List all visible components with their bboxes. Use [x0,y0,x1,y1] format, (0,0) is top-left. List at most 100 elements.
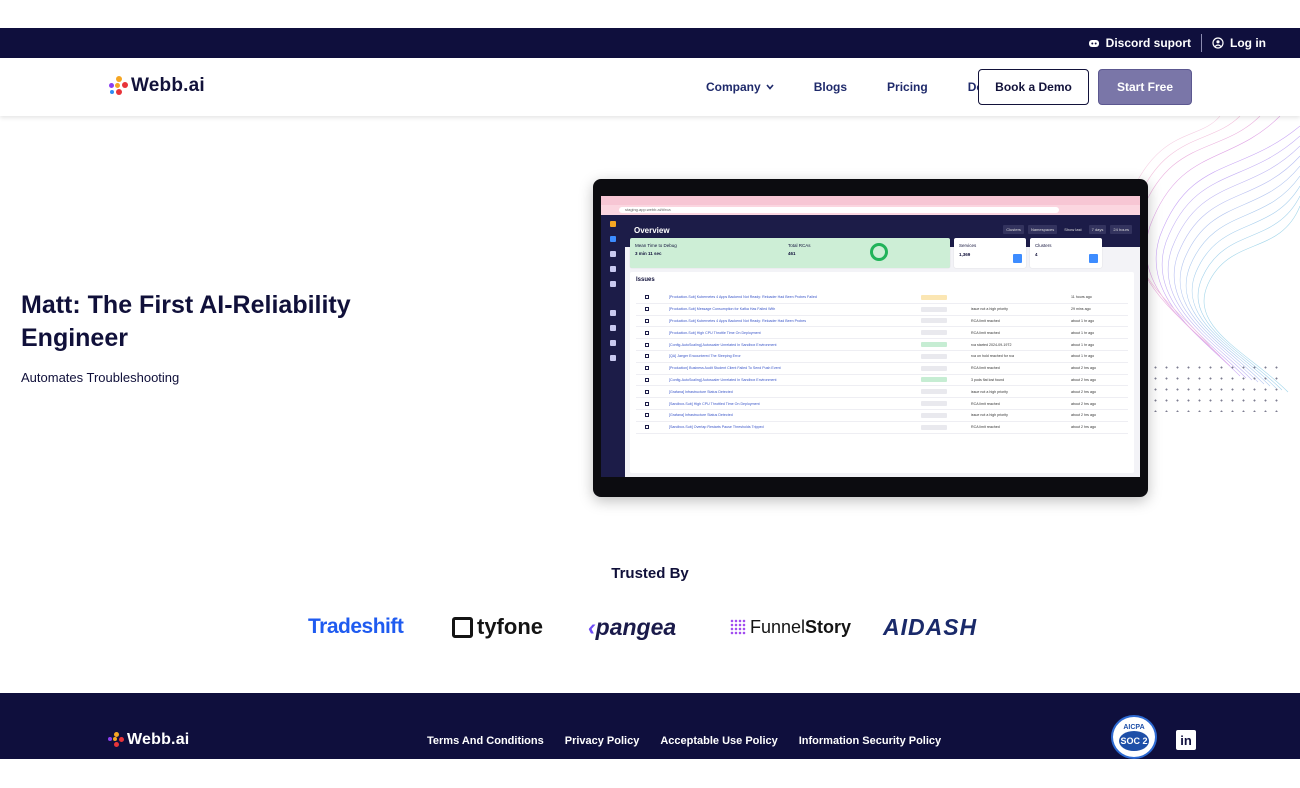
mockup-filter-controls: Clusters Namespaces Show last 7 days 24 … [1003,225,1132,234]
nav-blogs-link[interactable]: Blogs [814,80,847,94]
mockup-add-icon [1089,254,1098,263]
mockup-sidebar [601,215,625,477]
mockup-rca-detail: RCA limit reached [971,366,1000,371]
funnelstory-wordmark: FunnelStory [750,617,851,638]
start-free-button[interactable]: Start Free [1098,69,1192,105]
funnelstory-mark-icon [730,619,746,635]
brand-name: Webb.ai [131,75,205,96]
mockup-rca-detail: issue not a high priority [971,307,1008,312]
mockup-issue-name: [Config-AutoScaling] Autoscaler Unrelate… [669,377,777,382]
mockup-issue-time: about 2 hrs ago [1071,389,1096,394]
aidash-logo: AIDASH [883,613,978,640]
soc2-badge: AICPA SOC 2 [1111,715,1157,759]
mockup-issue-name: [Production-Sub] Message Consumption for… [669,307,776,312]
mockup-rca-detail: issue not a high priority [971,389,1008,394]
mockup-url: staging.app.webb.ai/#/rca [619,207,1059,213]
privacy-policy-link[interactable]: Privacy Policy [565,735,640,747]
webb-logo[interactable]: Webb.ai [108,75,205,97]
mockup-issue-name: [Production-Sub] Kubernetes 4 Apps Backe… [669,318,807,323]
chevron-down-icon [766,84,774,90]
topbar-divider [1201,34,1202,52]
linkedin-icon[interactable]: in [1176,730,1196,750]
hero-title: Matt: The First AI-Reliability Engineer [21,291,351,352]
mockup-control: 7 days [1088,225,1107,234]
user-circle-icon [1212,37,1224,49]
trusted-by-heading: Trusted By [611,565,689,582]
webb-logo-mark-icon [108,76,128,96]
webb-logo-mark-icon [108,732,124,748]
tyfone-wordmark: tyfone [477,614,543,639]
mockup-issue-time: 11 hours ago [1071,295,1092,300]
mockup-source-icon [645,295,649,300]
mockup-issues-title: Issues [636,277,655,283]
mockup-issue-name: [Grafana] Infrastructure Status Detected [669,389,733,394]
mockup-issue-row: [Production-Sub] Kubernetes 4 Apps Backe… [636,316,1128,328]
tyfone-mark-icon [452,616,473,638]
mockup-issue-row: [Production] Business Audit Student Clie… [636,363,1128,375]
mockup-source-icon [645,425,649,430]
mockup-main: Overview Clusters Namespaces Show last 7… [625,215,1140,477]
login-link[interactable]: Log in [1212,36,1266,50]
infosec-policy-link[interactable]: Information Security Policy [799,735,941,747]
mockup-add-icon [1013,254,1022,263]
tradeshift-logo: Tradeshift [308,615,404,638]
mockup-issue-row: [Sandbox-Sub] Overlap Restarts Pause Thr… [636,422,1128,434]
funnelstory-word-b: Story [805,616,852,637]
mockup-issue-name: [QA] Jaeger Encountered The Sleeping Err… [669,354,741,359]
pangea-wordmark: pangea [595,613,677,640]
partner-logos: Tradeshift tyfone ‹ pangea FunnelStory A… [0,609,1300,645]
mockup-issue-time: about 2 hrs ago [1071,377,1096,382]
mockup-issue-name: [Config-AutoScaling] Autoscaler Unrelate… [669,342,777,347]
mockup-source-icon [645,389,649,394]
mockup-stat-cards: Mean Time to Debug 3 min 11 sec Total RC… [630,238,1134,268]
mockup-issue-name: [Sandbox-Sub] Overlap Restarts Pause Thr… [669,425,764,430]
mockup-rca-detail: RCA limit reached [971,425,1000,430]
mockup-issue-time: about 2 hrs ago [1071,425,1096,430]
mockup-rca-detail: RCA limit reached [971,401,1000,406]
mockup-source-icon [645,318,649,323]
mockup-nav-icon [610,310,616,316]
mockup-rca-status [921,377,947,383]
mockup-issue-name: [Production-Sub] High CPU Throttle Time … [669,330,761,335]
mockup-logo-icon [610,221,616,227]
mockup-source-icon [645,330,649,335]
mockup-mttd-card: Mean Time to Debug 3 min 11 sec Total RC… [630,238,950,268]
mockup-clusters-value: 4 [1035,252,1038,257]
mockup-rca-detail: issue not a high priority [971,413,1008,418]
book-demo-button[interactable]: Book a Demo [978,69,1089,105]
pangea-chevron-icon: ‹ [588,613,596,640]
mockup-nav-icon [610,325,616,331]
mockup-issue-time: about 1 hr ago [1071,354,1095,359]
mockup-rca-detail: RCA limit reached [971,318,1000,323]
mockup-nav-icon [610,355,616,361]
mockup-source-icon [645,377,649,382]
terms-link[interactable]: Terms And Conditions [427,735,544,747]
nav-pricing-link[interactable]: Pricing [887,80,928,94]
mockup-services-card: Services 1,369 [954,238,1026,268]
footer: Webb.ai Terms And Conditions Privacy Pol… [0,693,1300,759]
mockup-clusters-card: Clusters 4 [1030,238,1102,268]
mockup-total-label: Total RCAs [788,243,811,248]
mockup-issue-row: [Production-Sub] Message Consumption for… [636,304,1128,316]
mockup-rca-status [921,306,947,312]
mockup-rca-status [921,294,947,300]
discord-support-label: Discord suport [1105,36,1191,50]
mockup-issue-time: about 1 hr ago [1071,342,1095,347]
nav-company-label: Company [706,80,761,94]
nav-menu: Company Blogs Pricing Docs [706,58,997,116]
footer-webb-logo[interactable]: Webb.ai [108,731,189,749]
acceptable-use-link[interactable]: Acceptable Use Policy [660,735,777,747]
mockup-heading: Overview [634,226,670,235]
mockup-issue-row: [Production-Sub] High CPU Throttle Time … [636,327,1128,340]
mockup-issue-name: [Production-Sub] Kubernetes 4 Apps Backe… [669,295,817,300]
mockup-issue-row: [QA] Jaeger Encountered The Sleeping Err… [636,351,1128,363]
page: Discord suport Log in Webb.ai Company Bl… [0,0,1300,788]
discord-icon [1088,40,1099,47]
nav-company-dropdown[interactable]: Company [706,80,774,94]
discord-support-link[interactable]: Discord suport [1088,36,1191,50]
mockup-rca-status [921,330,947,336]
mockup-control: Show last [1064,227,1082,232]
mockup-control: Namespaces [1027,225,1058,234]
mockup-rca-status [921,424,947,430]
soc2-badge-main: SOC 2 [1119,730,1149,751]
